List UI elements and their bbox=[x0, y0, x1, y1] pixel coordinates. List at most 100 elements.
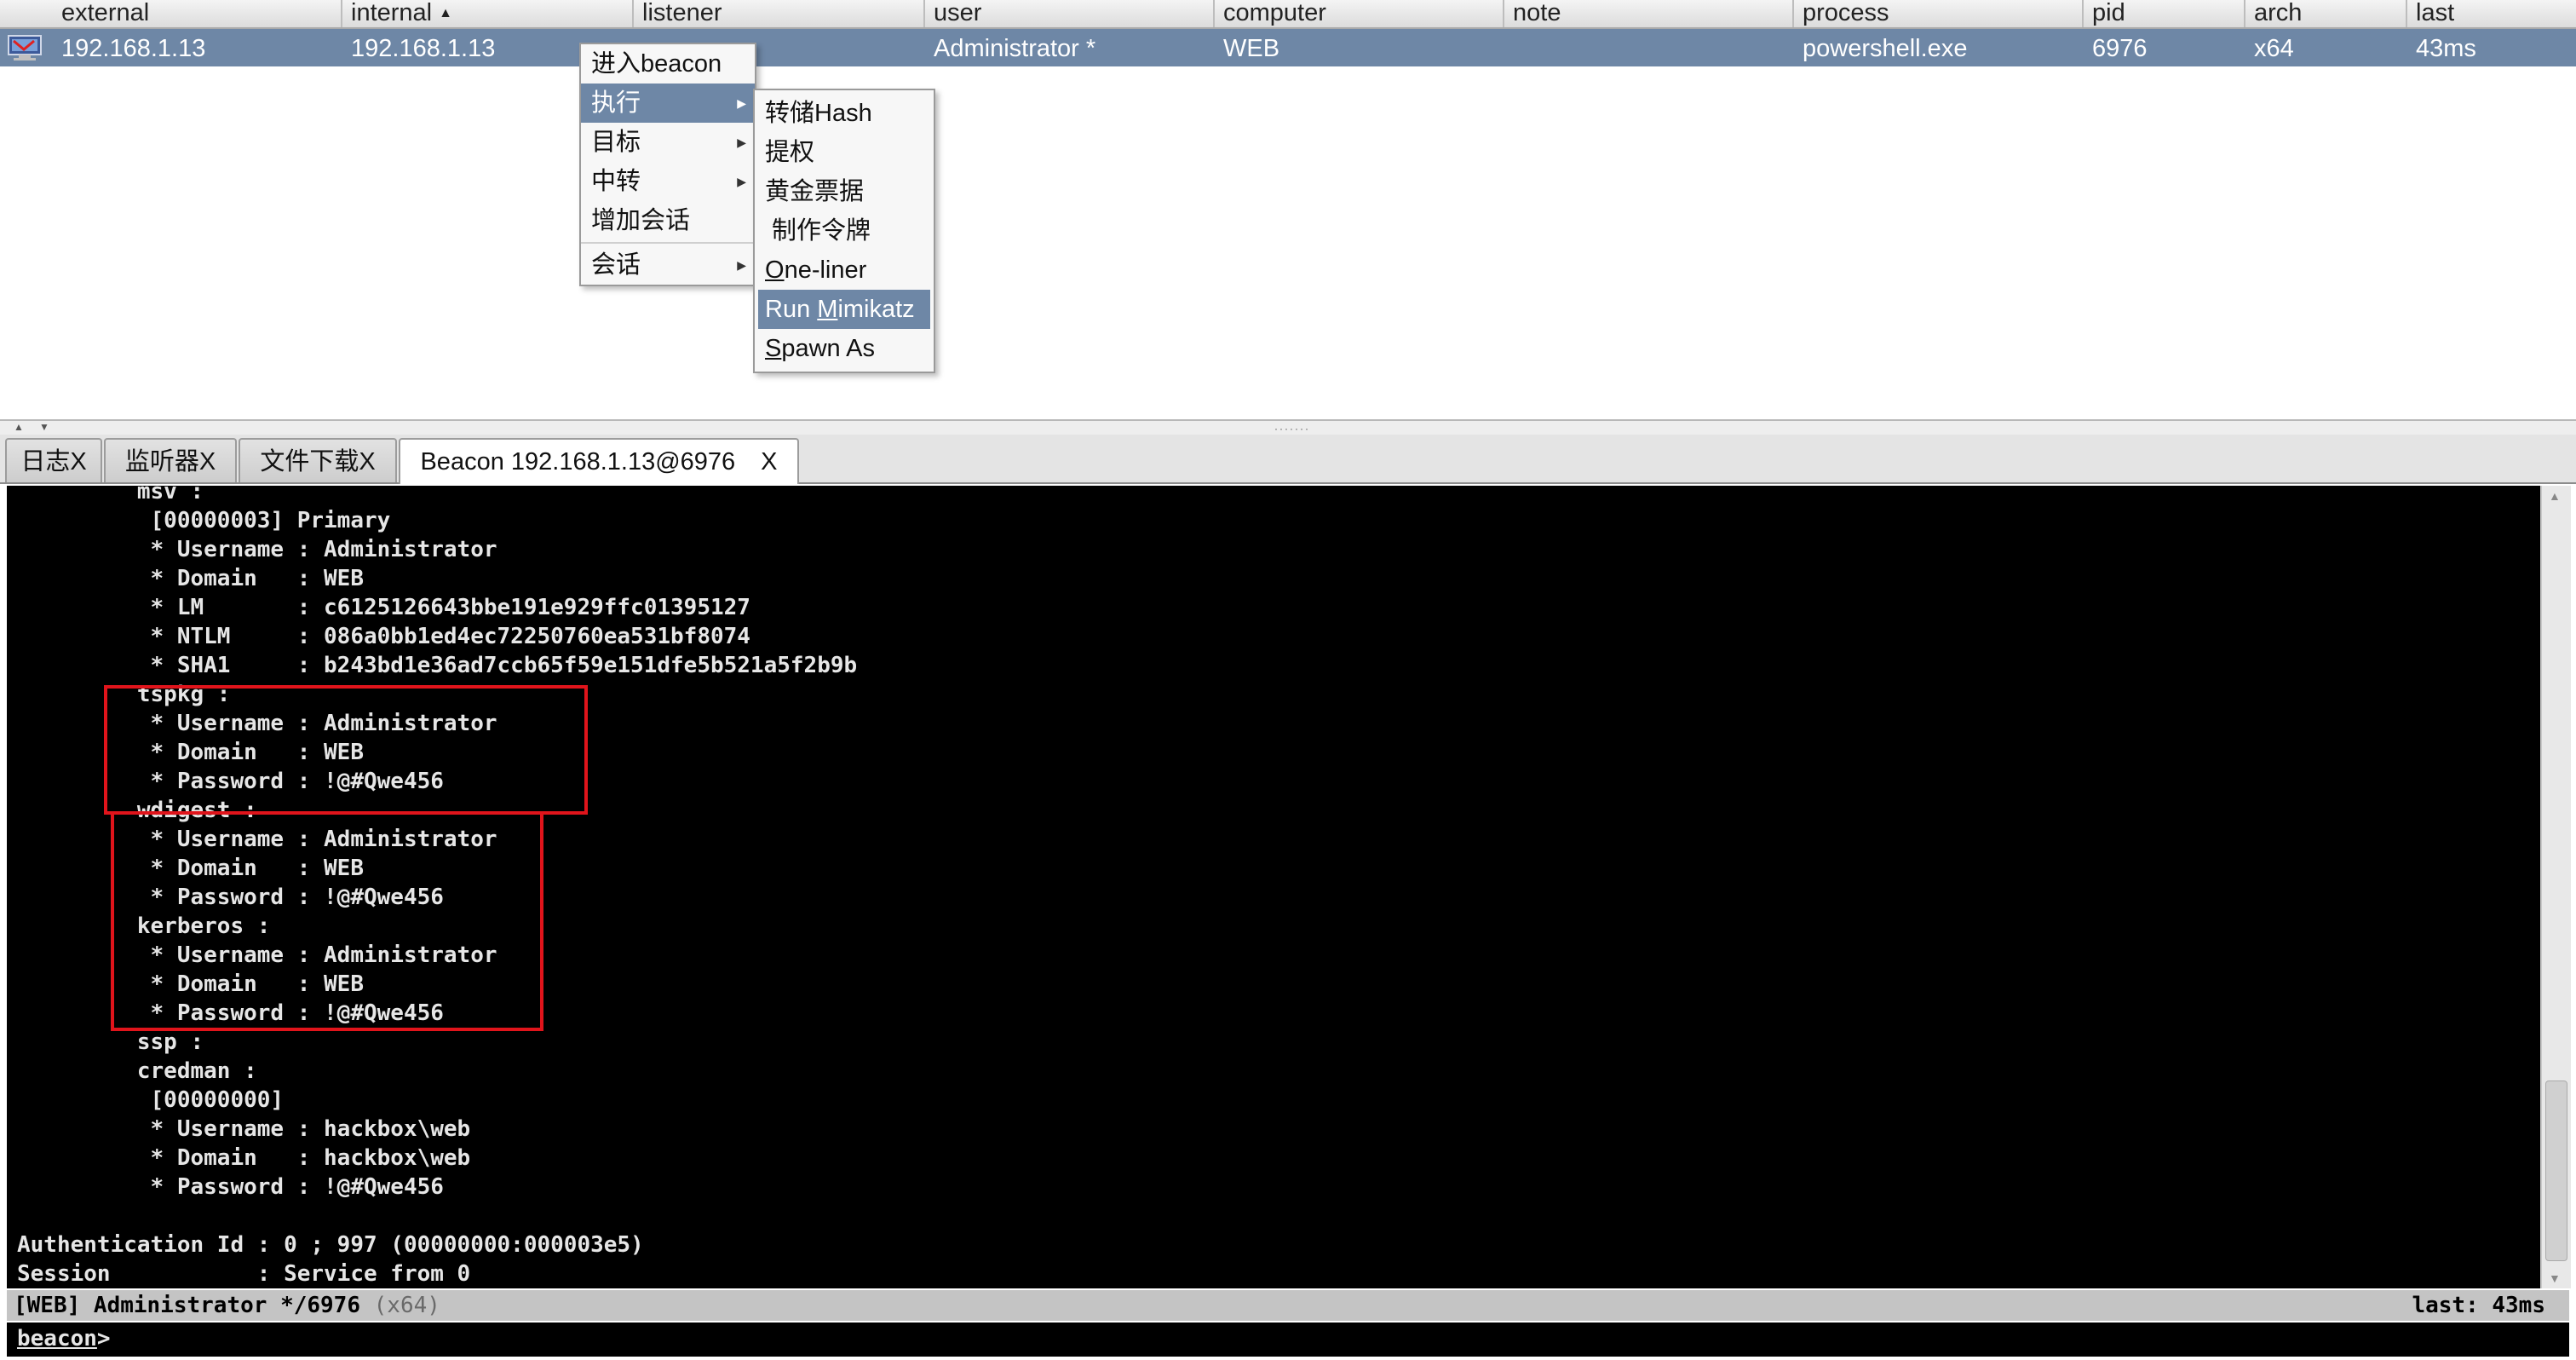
submenu-item-one-liner[interactable]: One-liner bbox=[755, 251, 934, 290]
column-header-pid[interactable]: pid bbox=[2084, 0, 2245, 27]
cell-note bbox=[1504, 29, 1513, 66]
menu-item-label: 提权 bbox=[765, 139, 815, 166]
status-last: last: 43ms bbox=[2412, 1293, 2545, 1318]
close-icon[interactable]: X bbox=[359, 448, 375, 475]
tab-downloads[interactable]: 文件下载X bbox=[239, 438, 397, 482]
cell-internal: 192.168.1.13 bbox=[351, 35, 496, 62]
menu-item-label: pawn As bbox=[781, 335, 875, 362]
prompt-name: beacon bbox=[17, 1326, 97, 1351]
column-label: arch bbox=[2254, 0, 2303, 26]
prompt-label: beacon> bbox=[17, 1323, 111, 1355]
tab-label: 日志 bbox=[20, 448, 71, 475]
menu-item-mnemonic: S bbox=[765, 335, 782, 362]
column-label: user bbox=[934, 0, 982, 26]
submenu-arrow-icon: ▶ bbox=[737, 135, 746, 149]
column-header-computer[interactable]: computer bbox=[1215, 0, 1504, 27]
submenu-item-golden-ticket[interactable]: 黄金票据 bbox=[755, 172, 934, 211]
collapse-up-icon[interactable]: ▲ bbox=[14, 421, 24, 433]
menu-item-label: 增加会话 bbox=[591, 207, 691, 234]
column-label: last bbox=[2416, 0, 2455, 26]
menu-item-pivoting[interactable]: 中转 ▶ bbox=[581, 162, 755, 201]
column-header-last[interactable]: last bbox=[2407, 0, 2576, 27]
status-arch: (x64) bbox=[373, 1293, 440, 1318]
status-session-label: [WEB] Administrator */6976 bbox=[14, 1293, 360, 1318]
cell-process: powershell.exe bbox=[1803, 35, 1968, 62]
scroll-down-icon[interactable]: ▼ bbox=[2549, 1271, 2561, 1285]
cell-last: 43ms bbox=[2416, 35, 2476, 62]
cell-computer: WEB bbox=[1223, 35, 1280, 62]
menu-item-mnemonic: M bbox=[817, 296, 838, 323]
menu-separator bbox=[581, 242, 755, 244]
column-header-user[interactable]: user bbox=[925, 0, 1215, 27]
submenu-arrow-icon: ▶ bbox=[737, 96, 746, 110]
drag-handle-icon[interactable]: ······· bbox=[1274, 423, 1310, 435]
sort-ascending-icon: ▲ bbox=[439, 6, 452, 21]
menu-item-label: imikatz bbox=[837, 296, 915, 323]
beacon-console[interactable]: msv : [00000003] Primary * Username : Ad… bbox=[7, 486, 2540, 1288]
menu-item-label: 目标 bbox=[591, 129, 641, 156]
context-menu: 进入beacon 执行 ▶ 目标 ▶ 中转 ▶ 增加会话 会话 ▶ bbox=[579, 43, 756, 286]
column-label: note bbox=[1513, 0, 1561, 26]
menu-item-label: 会话 bbox=[591, 251, 641, 279]
tab-strip: 日志X 监听器X 文件下载X Beacon 192.168.1.13@6976 X bbox=[0, 435, 2576, 484]
column-header-note[interactable]: note bbox=[1504, 0, 1794, 27]
column-header-listener[interactable]: listener bbox=[634, 0, 925, 27]
column-label: external bbox=[61, 0, 150, 26]
command-prompt: beacon> bbox=[7, 1323, 2569, 1357]
highlight-box-wdigest-kerberos bbox=[111, 811, 543, 1031]
cell-external: 192.168.1.13 bbox=[61, 35, 206, 62]
cell-user: Administrator * bbox=[934, 35, 1096, 62]
close-icon[interactable]: X bbox=[761, 448, 777, 475]
column-label: computer bbox=[1223, 0, 1326, 26]
command-input[interactable] bbox=[126, 1324, 2549, 1355]
submenu-arrow-icon: ▶ bbox=[737, 175, 746, 188]
column-label: listener bbox=[642, 0, 722, 26]
console-scrollbar[interactable]: ▲ ▼ bbox=[2540, 486, 2571, 1288]
collapse-down-icon[interactable]: ▼ bbox=[39, 421, 49, 433]
highlight-box-tspkg bbox=[104, 685, 588, 815]
submenu-item-run-mimikatz[interactable]: Run Mimikatz bbox=[758, 290, 930, 329]
table-row[interactable]: 192.168.1.13 192.168.1.13 Administrator … bbox=[0, 29, 2576, 66]
menu-item-interact[interactable]: 进入beacon bbox=[581, 44, 755, 84]
tab-event-log[interactable]: 日志X bbox=[5, 438, 102, 482]
scroll-thumb[interactable] bbox=[2545, 1081, 2567, 1261]
menu-item-label: 进入beacon bbox=[591, 50, 722, 78]
menu-item-spawn[interactable]: 增加会话 bbox=[581, 201, 755, 240]
table-header: external internal ▲ listener user compute… bbox=[0, 0, 2576, 29]
pane-splitter[interactable]: ▲ ▼ ······· bbox=[0, 421, 2576, 435]
submenu-item-make-token[interactable]: 制作令牌 bbox=[755, 211, 934, 251]
column-header-external[interactable]: external bbox=[53, 0, 342, 27]
submenu-item-dump-hashes[interactable]: 转储Hash bbox=[755, 94, 934, 133]
cell-arch: x64 bbox=[2254, 35, 2294, 62]
tab-label: Beacon 192.168.1.13@6976 bbox=[420, 448, 736, 475]
submenu-item-spawn-as[interactable]: Spawn As bbox=[755, 329, 934, 368]
menu-item-label: ne-liner bbox=[784, 256, 867, 284]
windows-beacon-icon bbox=[5, 34, 44, 66]
column-header-arch[interactable]: arch bbox=[2245, 0, 2407, 27]
close-icon[interactable]: X bbox=[70, 448, 86, 475]
menu-item-execute[interactable]: 执行 ▶ bbox=[581, 84, 755, 123]
tab-label: 文件下载 bbox=[260, 448, 359, 475]
menu-item-label: Run bbox=[765, 296, 818, 323]
sessions-table: external internal ▲ listener user compute… bbox=[0, 0, 2576, 421]
prompt-suffix: > bbox=[96, 1326, 111, 1351]
column-label: process bbox=[1803, 0, 1889, 26]
tab-beacon[interactable]: Beacon 192.168.1.13@6976 X bbox=[399, 438, 799, 484]
status-session: [WEB] Administrator */6976 (x64) bbox=[14, 1290, 440, 1321]
column-label: internal bbox=[351, 0, 433, 26]
menu-item-label: 执行 bbox=[591, 89, 641, 117]
column-header-process[interactable]: process bbox=[1794, 0, 2084, 27]
menu-item-explore[interactable]: 目标 ▶ bbox=[581, 123, 755, 162]
tab-listeners[interactable]: 监听器X bbox=[104, 438, 237, 482]
menu-item-label: 黄金票据 bbox=[765, 178, 865, 205]
column-header-internal[interactable]: internal ▲ bbox=[342, 0, 634, 27]
menu-item-label: 中转 bbox=[591, 168, 641, 195]
menu-item-session[interactable]: 会话 ▶ bbox=[581, 245, 755, 285]
submenu-arrow-icon: ▶ bbox=[737, 258, 746, 272]
menu-item-label: 转储Hash bbox=[765, 100, 872, 127]
column-label: pid bbox=[2092, 0, 2125, 26]
execute-submenu: 转储Hash 提权 黄金票据 制作令牌 One-liner Run Mimika… bbox=[753, 89, 935, 373]
close-icon[interactable]: X bbox=[199, 448, 216, 475]
submenu-item-elevate[interactable]: 提权 bbox=[755, 133, 934, 172]
scroll-up-icon[interactable]: ▲ bbox=[2549, 489, 2561, 503]
